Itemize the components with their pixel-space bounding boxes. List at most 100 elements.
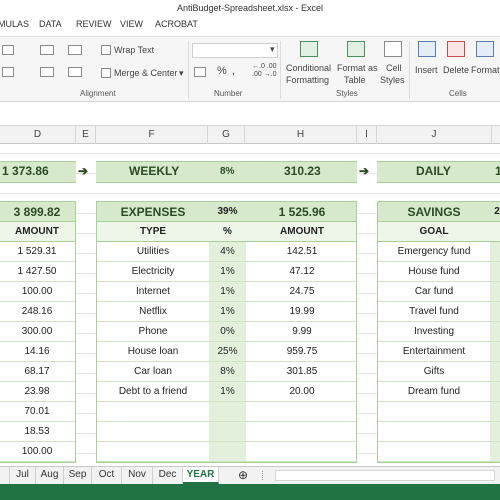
income-amount-cell[interactable]: 1 529.31	[0, 242, 75, 262]
align-center-icon[interactable]	[40, 67, 54, 77]
income-amount-cell[interactable]: 1 427.50	[0, 262, 75, 282]
column-header-f[interactable]: F	[96, 126, 208, 144]
savings-goal-cell[interactable]: Dream fund	[378, 382, 490, 402]
expense-percent-cell[interactable]: 8%	[209, 362, 246, 382]
sheet-tab-aug[interactable]: Aug	[36, 467, 64, 484]
sheet-tab-dec[interactable]: Dec	[153, 467, 183, 484]
cell-styles-button-line2[interactable]: Styles	[380, 75, 405, 85]
format-as-table-button-line2[interactable]: Table	[344, 75, 366, 85]
tab-formulas[interactable]: MULAS	[0, 19, 29, 29]
expense-percent-cell[interactable]: 1%	[209, 282, 246, 302]
merge-center-icon[interactable]	[101, 68, 111, 78]
income-amount-cell[interactable]: 23.98	[0, 382, 75, 402]
expense-type-cell[interactable]: Internet	[97, 282, 209, 302]
add-sheet-icon[interactable]: ⊕	[232, 467, 254, 484]
sheet-tab-year[interactable]: YEAR	[183, 467, 219, 484]
savings-goal-cell[interactable]: Gifts	[378, 362, 490, 382]
income-amount-cell[interactable]: 100.00	[0, 442, 75, 462]
sheet-tabs-split-handle[interactable]	[262, 471, 268, 480]
format-button[interactable]: Format	[471, 65, 500, 75]
conditional-formatting-icon[interactable]	[300, 41, 318, 57]
wrap-text-button[interactable]: Wrap Text	[114, 45, 154, 55]
sheet-tab-partial[interactable]	[0, 467, 10, 484]
column-header-d[interactable]: D	[0, 126, 76, 144]
merge-center-button[interactable]: Merge & Center	[114, 68, 178, 78]
align-left-icon[interactable]	[2, 67, 14, 77]
insert-button[interactable]: Insert	[415, 65, 438, 75]
expense-type-cell[interactable]: Car loan	[97, 362, 209, 382]
expense-type-cell[interactable]: Utilities	[97, 242, 209, 262]
increase-decimal-button[interactable]: ←.0 .00	[252, 63, 277, 70]
savings-goal-cell[interactable]: Entertainment	[378, 342, 490, 362]
align-top-icon[interactable]	[2, 45, 14, 55]
merge-dropdown-icon[interactable]: ▾	[179, 68, 184, 79]
conditional-formatting-button[interactable]: Conditional	[286, 63, 331, 73]
income-amount-cell[interactable]: 300.00	[0, 322, 75, 342]
delete-cells-icon[interactable]	[447, 41, 465, 57]
expense-amount-cell[interactable]: 47.12	[246, 262, 358, 282]
format-cells-icon[interactable]	[476, 41, 494, 57]
formula-bar[interactable]	[0, 102, 500, 126]
orientation-icon[interactable]	[68, 45, 82, 55]
income-amount-cell[interactable]: 14.16	[0, 342, 75, 362]
savings-goal-cell[interactable]: House fund	[378, 262, 490, 282]
cell-styles-button[interactable]: Cell	[386, 63, 402, 73]
conditional-formatting-button-line2[interactable]: Formatting	[286, 75, 329, 85]
expense-amount-cell[interactable]: 24.75	[246, 282, 358, 302]
savings-goal-cell[interactable]: Investing	[378, 322, 490, 342]
expense-amount-cell[interactable]: 959.75	[246, 342, 358, 362]
worksheet-grid[interactable]: 1 373.86 ➔ WEEKLY 8% 310.23 ➔ DAILY 1 3 …	[0, 144, 500, 466]
column-header-h[interactable]: H	[245, 126, 357, 144]
expense-percent-cell[interactable]: 0%	[209, 322, 246, 342]
expense-percent-cell[interactable]: 25%	[209, 342, 246, 362]
expense-amount-cell[interactable]: 20.00	[246, 382, 358, 402]
expense-type-cell[interactable]: House loan	[97, 342, 209, 362]
expense-type-cell[interactable]: Netflix	[97, 302, 209, 322]
income-amount-cell[interactable]: 18.53	[0, 422, 75, 442]
tab-review[interactable]: REVIEW	[76, 19, 112, 29]
accounting-format-icon[interactable]	[194, 67, 206, 77]
income-amount-cell[interactable]: 70.01	[0, 402, 75, 422]
expense-amount-cell[interactable]: 142.51	[246, 242, 358, 262]
column-header-e[interactable]: E	[76, 126, 96, 144]
savings-goal-cell[interactable]: Emergency fund	[378, 242, 490, 262]
income-amount-cell[interactable]: 100.00	[0, 282, 75, 302]
number-format-dropdown[interactable]	[192, 43, 278, 58]
decrease-decimal-button[interactable]: .00 →.0	[252, 71, 277, 78]
tab-view[interactable]: VIEW	[120, 19, 143, 29]
sheet-tab-sep[interactable]: Sep	[64, 467, 92, 484]
income-amount-cell[interactable]: 248.16	[0, 302, 75, 322]
expense-type-cell[interactable]: Debt to a friend	[97, 382, 209, 402]
insert-cells-icon[interactable]	[418, 41, 436, 57]
expense-percent-cell[interactable]: 1%	[209, 262, 246, 282]
number-format-dropdown-icon[interactable]: ▾	[270, 44, 275, 55]
column-header-j[interactable]: J	[377, 126, 492, 144]
expense-type-cell[interactable]: Phone	[97, 322, 209, 342]
indent-icon[interactable]	[68, 67, 82, 77]
expense-amount-cell[interactable]: 19.99	[246, 302, 358, 322]
column-header-g[interactable]: G	[208, 126, 245, 144]
expense-percent-cell[interactable]: 1%	[209, 382, 246, 402]
comma-style-button[interactable]: ,	[232, 65, 235, 77]
sheet-tab-oct[interactable]: Oct	[92, 467, 122, 484]
expense-amount-cell[interactable]: 9.99	[246, 322, 358, 342]
format-as-table-button[interactable]: Format as	[337, 63, 378, 73]
expense-amount-cell[interactable]: 301.85	[246, 362, 358, 382]
format-as-table-icon[interactable]	[347, 41, 365, 57]
tab-acrobat[interactable]: ACROBAT	[155, 19, 198, 29]
horizontal-scrollbar[interactable]	[275, 470, 495, 481]
income-amount-cell[interactable]: 68.17	[0, 362, 75, 382]
expense-type-cell[interactable]: Electricity	[97, 262, 209, 282]
savings-goal-cell[interactable]: Car fund	[378, 282, 490, 302]
column-header-i[interactable]: I	[357, 126, 377, 144]
tab-data[interactable]: DATA	[39, 19, 62, 29]
delete-button[interactable]: Delete	[443, 65, 469, 75]
sheet-tab-jul[interactable]: Jul	[10, 467, 36, 484]
savings-goal-cell[interactable]: Travel fund	[378, 302, 490, 322]
cell-styles-icon[interactable]	[384, 41, 402, 57]
percent-style-button[interactable]: %	[217, 65, 227, 77]
wrap-text-icon[interactable]	[101, 45, 111, 55]
align-middle-icon[interactable]	[40, 45, 54, 55]
expense-percent-cell[interactable]: 1%	[209, 302, 246, 322]
expense-percent-cell[interactable]: 4%	[209, 242, 246, 262]
